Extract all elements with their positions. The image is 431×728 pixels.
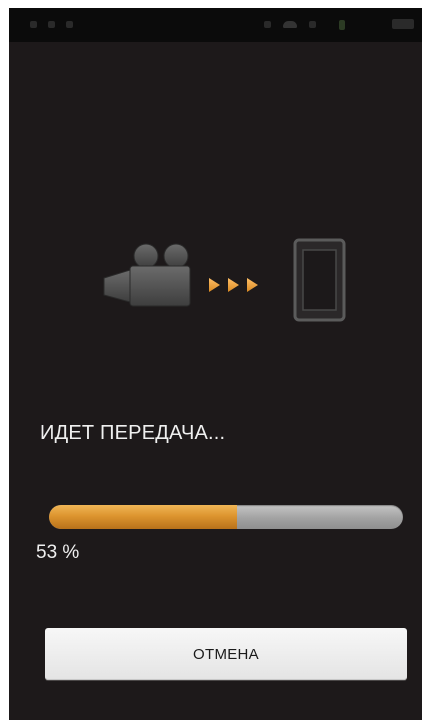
video-camera-icon	[103, 243, 191, 307]
transfer-progress-label: 53 %	[36, 542, 80, 563]
transfer-arrows-icon	[209, 278, 258, 292]
app-screen: ИДЕТ ПЕРЕДАЧА... 53 % ОТМЕНА	[9, 8, 422, 720]
transfer-progress-fill	[49, 505, 237, 529]
transfer-progress-bar	[49, 505, 403, 529]
cancel-button[interactable]: ОТМЕНА	[45, 628, 407, 680]
smartphone-icon	[293, 238, 346, 322]
transfer-graphic	[9, 8, 422, 348]
transfer-status-text: ИДЕТ ПЕРЕДАЧА...	[40, 422, 226, 444]
